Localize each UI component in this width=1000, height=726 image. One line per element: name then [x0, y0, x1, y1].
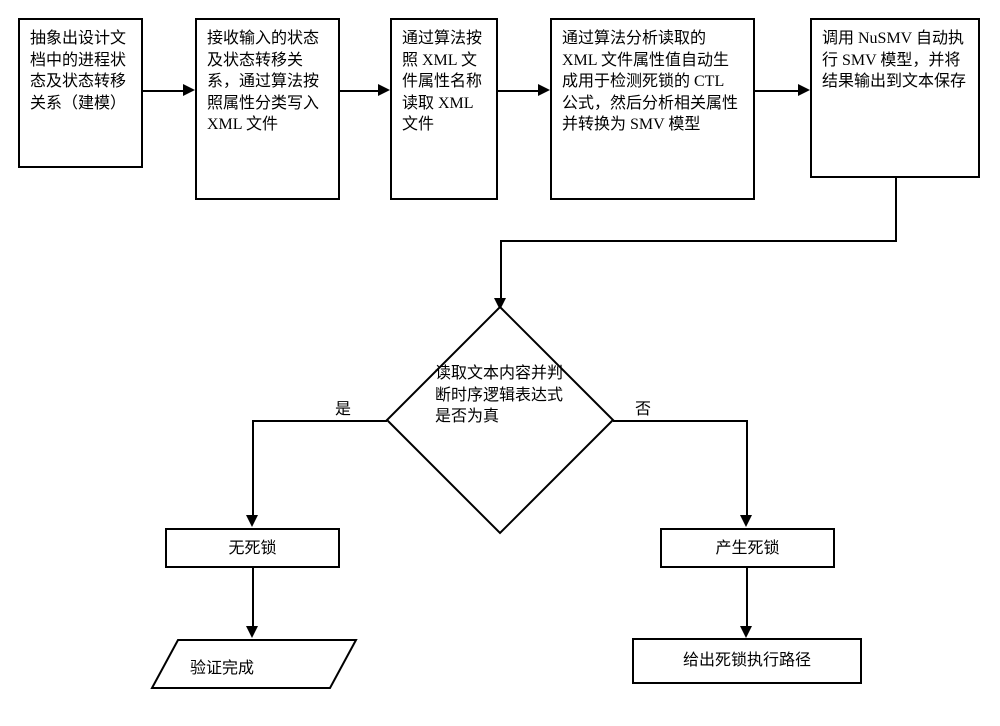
- arrow: [746, 568, 748, 626]
- step-abstract-model: 抽象出设计文档中的进程状态及状态转移关系（建模）: [18, 18, 143, 168]
- text: 通过算法分析读取的 XML 文件属性值自动生成用于检测死锁的 CTL 公式，然后…: [562, 30, 738, 133]
- text: 接收输入的状态及状态转移关系，通过算法按照属性分类写入 XML 文件: [207, 30, 319, 133]
- step-run-nusmv: 调用 NuSMV 自动执行 SMV 模型，并将结果输出到文本保存: [810, 18, 980, 178]
- step-write-xml: 接收输入的状态及状态转移关系，通过算法按照属性分类写入 XML 文件: [195, 18, 340, 200]
- arrow: [500, 240, 502, 298]
- decision-expression-true: 读取文本内容并判断时序逻辑表达式是否为真: [385, 305, 615, 535]
- decision-text: 读取文本内容并判断时序逻辑表达式是否为真: [435, 363, 565, 428]
- arrow: [613, 420, 748, 422]
- label-no: 否: [635, 395, 651, 419]
- arrow: [252, 420, 387, 422]
- label-yes: 是: [335, 395, 351, 419]
- result-deadlock-path: 给出死锁执行路径: [632, 638, 862, 684]
- arrow-head-icon: [740, 626, 752, 638]
- arrow-head-icon: [246, 626, 258, 638]
- arrow: [252, 568, 254, 626]
- text: 通过算法按照 XML 文件属性名称读取 XML 文件: [402, 30, 482, 133]
- arrow-head-icon: [183, 84, 195, 96]
- arrow: [895, 178, 897, 240]
- arrow-head-icon: [538, 84, 550, 96]
- arrow: [143, 90, 183, 92]
- arrow-head-icon: [246, 515, 258, 527]
- text: 调用 NuSMV 自动执行 SMV 模型，并将结果输出到文本保存: [822, 30, 966, 90]
- result-has-deadlock: 产生死锁: [660, 528, 835, 568]
- arrow: [746, 420, 748, 515]
- arrow: [500, 240, 897, 242]
- text: 抽象出设计文档中的进程状态及状态转移关系（建模）: [30, 30, 126, 112]
- arrow: [252, 420, 254, 515]
- arrow: [498, 90, 538, 92]
- step-read-xml: 通过算法按照 XML 文件属性名称读取 XML 文件: [390, 18, 498, 200]
- arrow-head-icon: [378, 84, 390, 96]
- arrow: [755, 90, 798, 92]
- arrow-head-icon: [798, 84, 810, 96]
- result-no-deadlock: 无死锁: [165, 528, 340, 568]
- step-generate-ctl-smv: 通过算法分析读取的 XML 文件属性值自动生成用于检测死锁的 CTL 公式，然后…: [550, 18, 755, 200]
- text: 无死锁: [228, 540, 276, 557]
- text: 产生死锁: [715, 540, 779, 557]
- arrow-head-icon: [740, 515, 752, 527]
- text: 给出死锁执行路径: [683, 652, 811, 669]
- result-verify-complete: 验证完成: [150, 638, 358, 690]
- arrow: [340, 90, 378, 92]
- text: 验证完成: [190, 654, 254, 678]
